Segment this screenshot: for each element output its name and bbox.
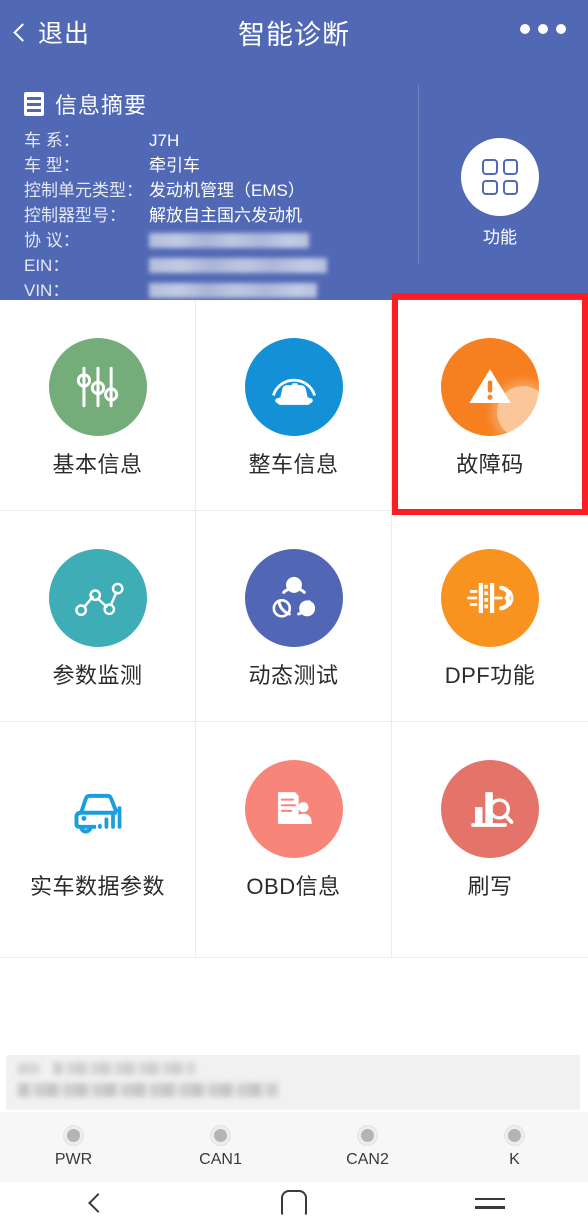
grid-item-7[interactable]: 实车数据参数 bbox=[0, 722, 196, 958]
toast-message bbox=[0, 1055, 588, 1112]
grid-item-label: 参数监测 bbox=[52, 663, 143, 688]
car-arc-icon bbox=[244, 338, 343, 436]
status-led-k: K bbox=[441, 1125, 588, 1169]
grid-four-squares-icon bbox=[482, 159, 518, 195]
info-row-value: J7H bbox=[149, 131, 180, 150]
back-chevron-icon[interactable] bbox=[88, 1193, 108, 1213]
grid-item-label: 刷写 bbox=[467, 874, 513, 899]
led-indicator-dot bbox=[358, 1125, 377, 1145]
grid-item-3[interactable]: 故障码 bbox=[392, 300, 588, 511]
led-label: CAN1 bbox=[199, 1150, 242, 1168]
redacted-value bbox=[149, 233, 309, 248]
info-summary-rows: 车 系： J7H 车 型： 牵引车 控制单元类型： 发动机管理（EMS） 控制器型号： 解放自… bbox=[24, 126, 384, 301]
led-label: PWR bbox=[54, 1150, 93, 1168]
ellipsis-icon-dot bbox=[520, 24, 530, 34]
grid-item-label: DPF功能 bbox=[444, 663, 536, 688]
grid-item-5[interactable]: 动态测试 bbox=[196, 511, 392, 722]
share-nodes-icon bbox=[244, 549, 343, 647]
info-row-label: EIN： bbox=[24, 256, 70, 275]
car-outline-bars-icon bbox=[49, 760, 147, 858]
info-summary-header: 信息摘要 bbox=[24, 88, 384, 120]
led-label: CAN2 bbox=[346, 1150, 389, 1168]
menu-lines-icon[interactable] bbox=[475, 1192, 505, 1215]
info-summary: 信息摘要 车 系： J7H 车 型： 牵引车 控制单元类型： 发动机管理（EMS） 控制器型… bbox=[24, 88, 384, 301]
info-row-value: 解放自主国六发动机 bbox=[149, 206, 302, 225]
led-indicator-dot bbox=[505, 1125, 524, 1145]
document-person-icon bbox=[244, 760, 343, 858]
status-led-can1: CAN1 bbox=[147, 1125, 294, 1169]
grid-item-label: OBD信息 bbox=[246, 874, 341, 899]
info-row-label: 车 型： bbox=[24, 156, 80, 175]
app-root: 退出 智能诊断 信息摘要 车 系： J7H 车 型： 牵引车 控制单元类型： 发动机管理（… bbox=[0, 0, 588, 1224]
info-summary-row: 车 型： 牵引车 bbox=[24, 151, 384, 176]
home-squircle-icon[interactable] bbox=[281, 1190, 307, 1216]
grid-item-9[interactable]: 刷写 bbox=[392, 722, 588, 958]
grid-item-label: 动态测试 bbox=[248, 663, 339, 688]
info-summary-row: EIN： bbox=[24, 251, 384, 276]
grid-item-label: 整车信息 bbox=[248, 452, 339, 477]
android-navigation-bar bbox=[0, 1182, 588, 1224]
led-indicator-dot bbox=[211, 1125, 230, 1145]
led-label: K bbox=[509, 1150, 520, 1168]
sliders-icon bbox=[48, 338, 147, 436]
info-row-label: 控制器型号： bbox=[24, 206, 126, 225]
redacted-value bbox=[149, 283, 317, 298]
dpf-filter-icon bbox=[441, 549, 539, 647]
menu-grid: 基本信息 整车信息 故障码参数监测 动态测试 DPF功能实车数据参数 OBD信息 刷写 bbox=[0, 300, 588, 958]
grid-item-1[interactable]: 基本信息 bbox=[0, 300, 196, 511]
info-summary-row: 控制单元类型： 发动机管理（EMS） bbox=[24, 176, 384, 201]
info-row-value: 牵引车 bbox=[149, 156, 200, 175]
function-button-circle bbox=[461, 138, 539, 216]
grid-item-4[interactable]: 参数监测 bbox=[0, 511, 196, 722]
info-summary-row: VIN： bbox=[24, 276, 384, 301]
grid-item-label: 基本信息 bbox=[52, 452, 143, 477]
header-panel: 退出 智能诊断 信息摘要 车 系： J7H 车 型： 牵引车 控制单元类型： 发动机管理（… bbox=[0, 0, 588, 300]
redacted-text bbox=[18, 1063, 40, 1074]
redacted-value bbox=[149, 258, 327, 273]
led-indicator-dot bbox=[64, 1125, 83, 1145]
header-divider bbox=[418, 84, 419, 264]
info-summary-row: 控制器型号： 解放自主国六发动机 bbox=[24, 201, 384, 226]
ellipsis-icon-dot bbox=[538, 24, 548, 34]
redacted-text bbox=[18, 1083, 278, 1097]
warning-triangle-icon bbox=[441, 338, 549, 438]
info-summary-row: 协 议： bbox=[24, 226, 384, 251]
info-summary-title: 信息摘要 bbox=[55, 93, 148, 118]
list-icon bbox=[24, 92, 44, 116]
grid-item-2[interactable]: 整车信息 bbox=[196, 300, 392, 511]
function-button-label: 功能 bbox=[483, 228, 517, 247]
info-row-value: 发动机管理（EMS） bbox=[149, 181, 305, 200]
info-row-label: VIN： bbox=[24, 281, 70, 300]
status-led-pwr: PWR bbox=[0, 1125, 147, 1169]
page-title: 智能诊断 bbox=[238, 20, 350, 50]
bars-magnifier-icon bbox=[441, 760, 539, 858]
function-button[interactable]: 功能 bbox=[458, 138, 542, 248]
info-row-label: 车 系： bbox=[24, 131, 80, 150]
info-row-label: 协 议： bbox=[24, 231, 80, 250]
ellipsis-icon-dot bbox=[556, 24, 566, 34]
status-led-bar: PWR CAN1 CAN2 K bbox=[0, 1112, 588, 1182]
grid-item-label: 故障码 bbox=[456, 452, 524, 477]
redacted-text bbox=[53, 1062, 195, 1075]
line-chart-nodes-icon bbox=[48, 549, 147, 647]
status-led-can2: CAN2 bbox=[294, 1125, 441, 1169]
grid-item-label: 实车数据参数 bbox=[29, 874, 165, 899]
more-options-button[interactable] bbox=[520, 24, 566, 34]
toast-body bbox=[6, 1055, 580, 1110]
grid-item-6[interactable]: DPF功能 bbox=[392, 511, 588, 722]
grid-item-8[interactable]: OBD信息 bbox=[196, 722, 392, 958]
navigation-bar: 退出 智能诊断 bbox=[0, 0, 588, 66]
info-row-label: 控制单元类型： bbox=[24, 181, 143, 200]
info-summary-row: 车 系： J7H bbox=[24, 126, 384, 151]
